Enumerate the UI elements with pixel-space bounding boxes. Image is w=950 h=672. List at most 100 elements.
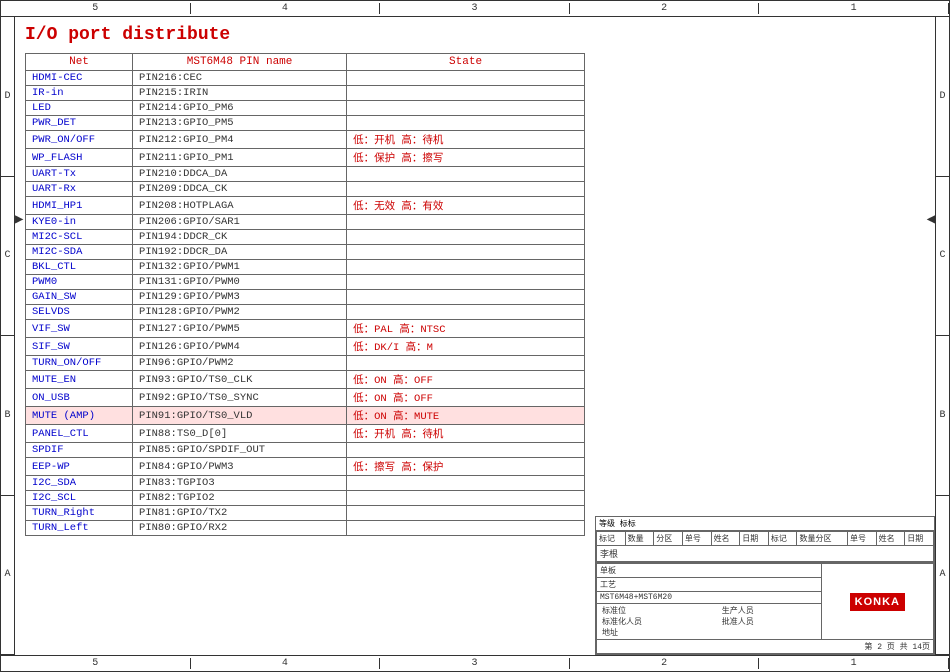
info-label-shuliang: 数量 [625, 532, 654, 546]
cell-state [347, 101, 585, 116]
cell-net: TURN_Right [26, 506, 133, 521]
konka-logo: KONKA [850, 593, 905, 611]
table-row: EEP-WPPIN84:GPIO/PWM3低：擦写 高：保护 [26, 458, 585, 476]
cell-net: HDMI-CEC [26, 71, 133, 86]
table-row: MI2C-SCLPIN194:DDCR_CK [26, 230, 585, 245]
table-row: MI2C-SDAPIN192:DDCR_DA [26, 245, 585, 260]
ruler-top: 5 4 3 2 1 [1, 1, 949, 17]
cell-pin: PIN129:GPIO/PWM3 [133, 290, 347, 305]
cell-pin: PIN85:GPIO/SPDIF_OUT [133, 443, 347, 458]
cell-pin: PIN192:DDCR_DA [133, 245, 347, 260]
cell-net: TURN_Left [26, 521, 133, 536]
info-company: 单板 [597, 564, 822, 578]
ruler-bottom-5: 5 [1, 658, 191, 669]
info-label-xingming2: 姓名 [876, 532, 905, 546]
cell-pin: PIN216:CEC [133, 71, 347, 86]
table-row: PWR_ON/OFFPIN212:GPIO_PM4低：开机 高：待机 [26, 131, 585, 149]
schematic-page: 5 4 3 2 1 5 4 3 2 1 D C B A D C B A ▶ ◀ … [0, 0, 950, 672]
table-row: GAIN_SWPIN129:GPIO/PWM3 [26, 290, 585, 305]
cell-pin: PIN83:TGPIO3 [133, 476, 347, 491]
side-right-D: D [936, 17, 949, 177]
info-model: MST6M48+MST6M20 [597, 592, 822, 604]
cell-net: SELVDS [26, 305, 133, 320]
cell-state [347, 245, 585, 260]
cell-pin: PIN132:GPIO/PWM1 [133, 260, 347, 275]
side-left-C: C [1, 177, 14, 337]
info-label-danhao: 单号 [682, 532, 711, 546]
table-row: PANEL_CTLPIN88:TS0_D[0]低：开机 高：待机 [26, 425, 585, 443]
side-right-A: A [936, 496, 949, 656]
cell-net: TURN_ON/OFF [26, 356, 133, 371]
ruler-top-5: 5 [1, 3, 191, 14]
cell-net: SPDIF [26, 443, 133, 458]
cell-state [347, 506, 585, 521]
info-location: 标准位 [600, 605, 720, 616]
table-row: LEDPIN214:GPIO_PM6 [26, 101, 585, 116]
cell-net: PWM0 [26, 275, 133, 290]
ruler-bottom-3: 3 [380, 658, 570, 669]
cell-net: MUTE_EN [26, 371, 133, 389]
cell-net: VIF_SW [26, 320, 133, 338]
table-row: UART-RxPIN209:DDCA_CK [26, 182, 585, 197]
cell-state: 低：DK/I 高：M [347, 338, 585, 356]
cell-state: 低：开机 高：待机 [347, 131, 585, 149]
cell-state [347, 215, 585, 230]
cell-state: 低：擦写 高：保护 [347, 458, 585, 476]
cell-state [347, 260, 585, 275]
info-label-danhao2: 单号 [847, 532, 876, 546]
cell-state [347, 71, 585, 86]
col-header-net: Net [26, 54, 133, 71]
cell-pin: PIN96:GPIO/PWM2 [133, 356, 347, 371]
table-row: MUTE (AMP)PIN91:GPIO/TS0_VLD低：ON 高：MUTE [26, 407, 585, 425]
cell-pin: PIN211:GPIO_PM1 [133, 149, 347, 167]
cell-state [347, 86, 585, 101]
table-row: VIF_SWPIN127:GPIO/PWM5低：PAL 高：NTSC [26, 320, 585, 338]
cell-net: UART-Tx [26, 167, 133, 182]
cell-state: 低：ON 高：OFF [347, 389, 585, 407]
table-row: I2C_SCLPIN82:TGPIO2 [26, 491, 585, 506]
bottom-info-table: 等级 标标 标记 数量 分区 单号 姓名 日期 标记 [595, 516, 935, 655]
cell-state [347, 521, 585, 536]
info-check: 标准化人员 [600, 616, 720, 627]
cell-net: ON_USB [26, 389, 133, 407]
info-label-biaoji2: 标记 [768, 532, 797, 546]
ruler-top-3: 3 [380, 3, 570, 14]
cell-net: MUTE (AMP) [26, 407, 133, 425]
side-labels-left: D C B A [1, 17, 15, 655]
table-row: MUTE_ENPIN93:GPIO/TS0_CLK低：ON 高：OFF [26, 371, 585, 389]
table-row: TURN_ON/OFFPIN96:GPIO/PWM2 [26, 356, 585, 371]
table-row: PWM0PIN131:GPIO/PWM0 [26, 275, 585, 290]
cell-state: 低：保护 高：擦写 [347, 149, 585, 167]
cell-pin: PIN92:GPIO/TS0_SYNC [133, 389, 347, 407]
info-label-fenqu: 分区 [654, 532, 683, 546]
cell-net: UART-Rx [26, 182, 133, 197]
info-label-shuliangfenqu: 数量分区 [797, 532, 847, 546]
cell-pin: PIN93:GPIO/TS0_CLK [133, 371, 347, 389]
cell-net: EEP-WP [26, 458, 133, 476]
main-content: I/O port distribute Net MST6M48 PIN name… [15, 17, 935, 655]
io-table: Net MST6M48 PIN name State HDMI-CECPIN21… [25, 53, 585, 536]
cell-pin: PIN81:GPIO/TX2 [133, 506, 347, 521]
cell-net: HDMI_HP1 [26, 197, 133, 215]
cell-net: WP_FLASH [26, 149, 133, 167]
cell-pin: PIN82:TGPIO2 [133, 491, 347, 506]
info-label-biaoji: 标记 [597, 532, 626, 546]
cell-state [347, 305, 585, 320]
cell-state [347, 116, 585, 131]
ruler-bottom-4: 4 [191, 658, 381, 669]
cell-net: SIF_SW [26, 338, 133, 356]
info-label-riqi: 日期 [740, 532, 769, 546]
table-row: SELVDSPIN128:GPIO/PWM2 [26, 305, 585, 320]
cell-pin: PIN131:GPIO/PWM0 [133, 275, 347, 290]
table-row: SIF_SWPIN126:GPIO/PWM4低：DK/I 高：M [26, 338, 585, 356]
ruler-bottom-1: 1 [759, 658, 949, 669]
cell-pin: PIN84:GPIO/PWM3 [133, 458, 347, 476]
cell-net: KYE0-in [26, 215, 133, 230]
cell-state [347, 356, 585, 371]
cell-state [347, 167, 585, 182]
cell-pin: PIN91:GPIO/TS0_VLD [133, 407, 347, 425]
table-row: HDMI_HP1PIN208:HOTPLAGA低：无效 高：有效 [26, 197, 585, 215]
cell-net: MI2C-SCL [26, 230, 133, 245]
cell-net: MI2C-SDA [26, 245, 133, 260]
cell-state [347, 275, 585, 290]
